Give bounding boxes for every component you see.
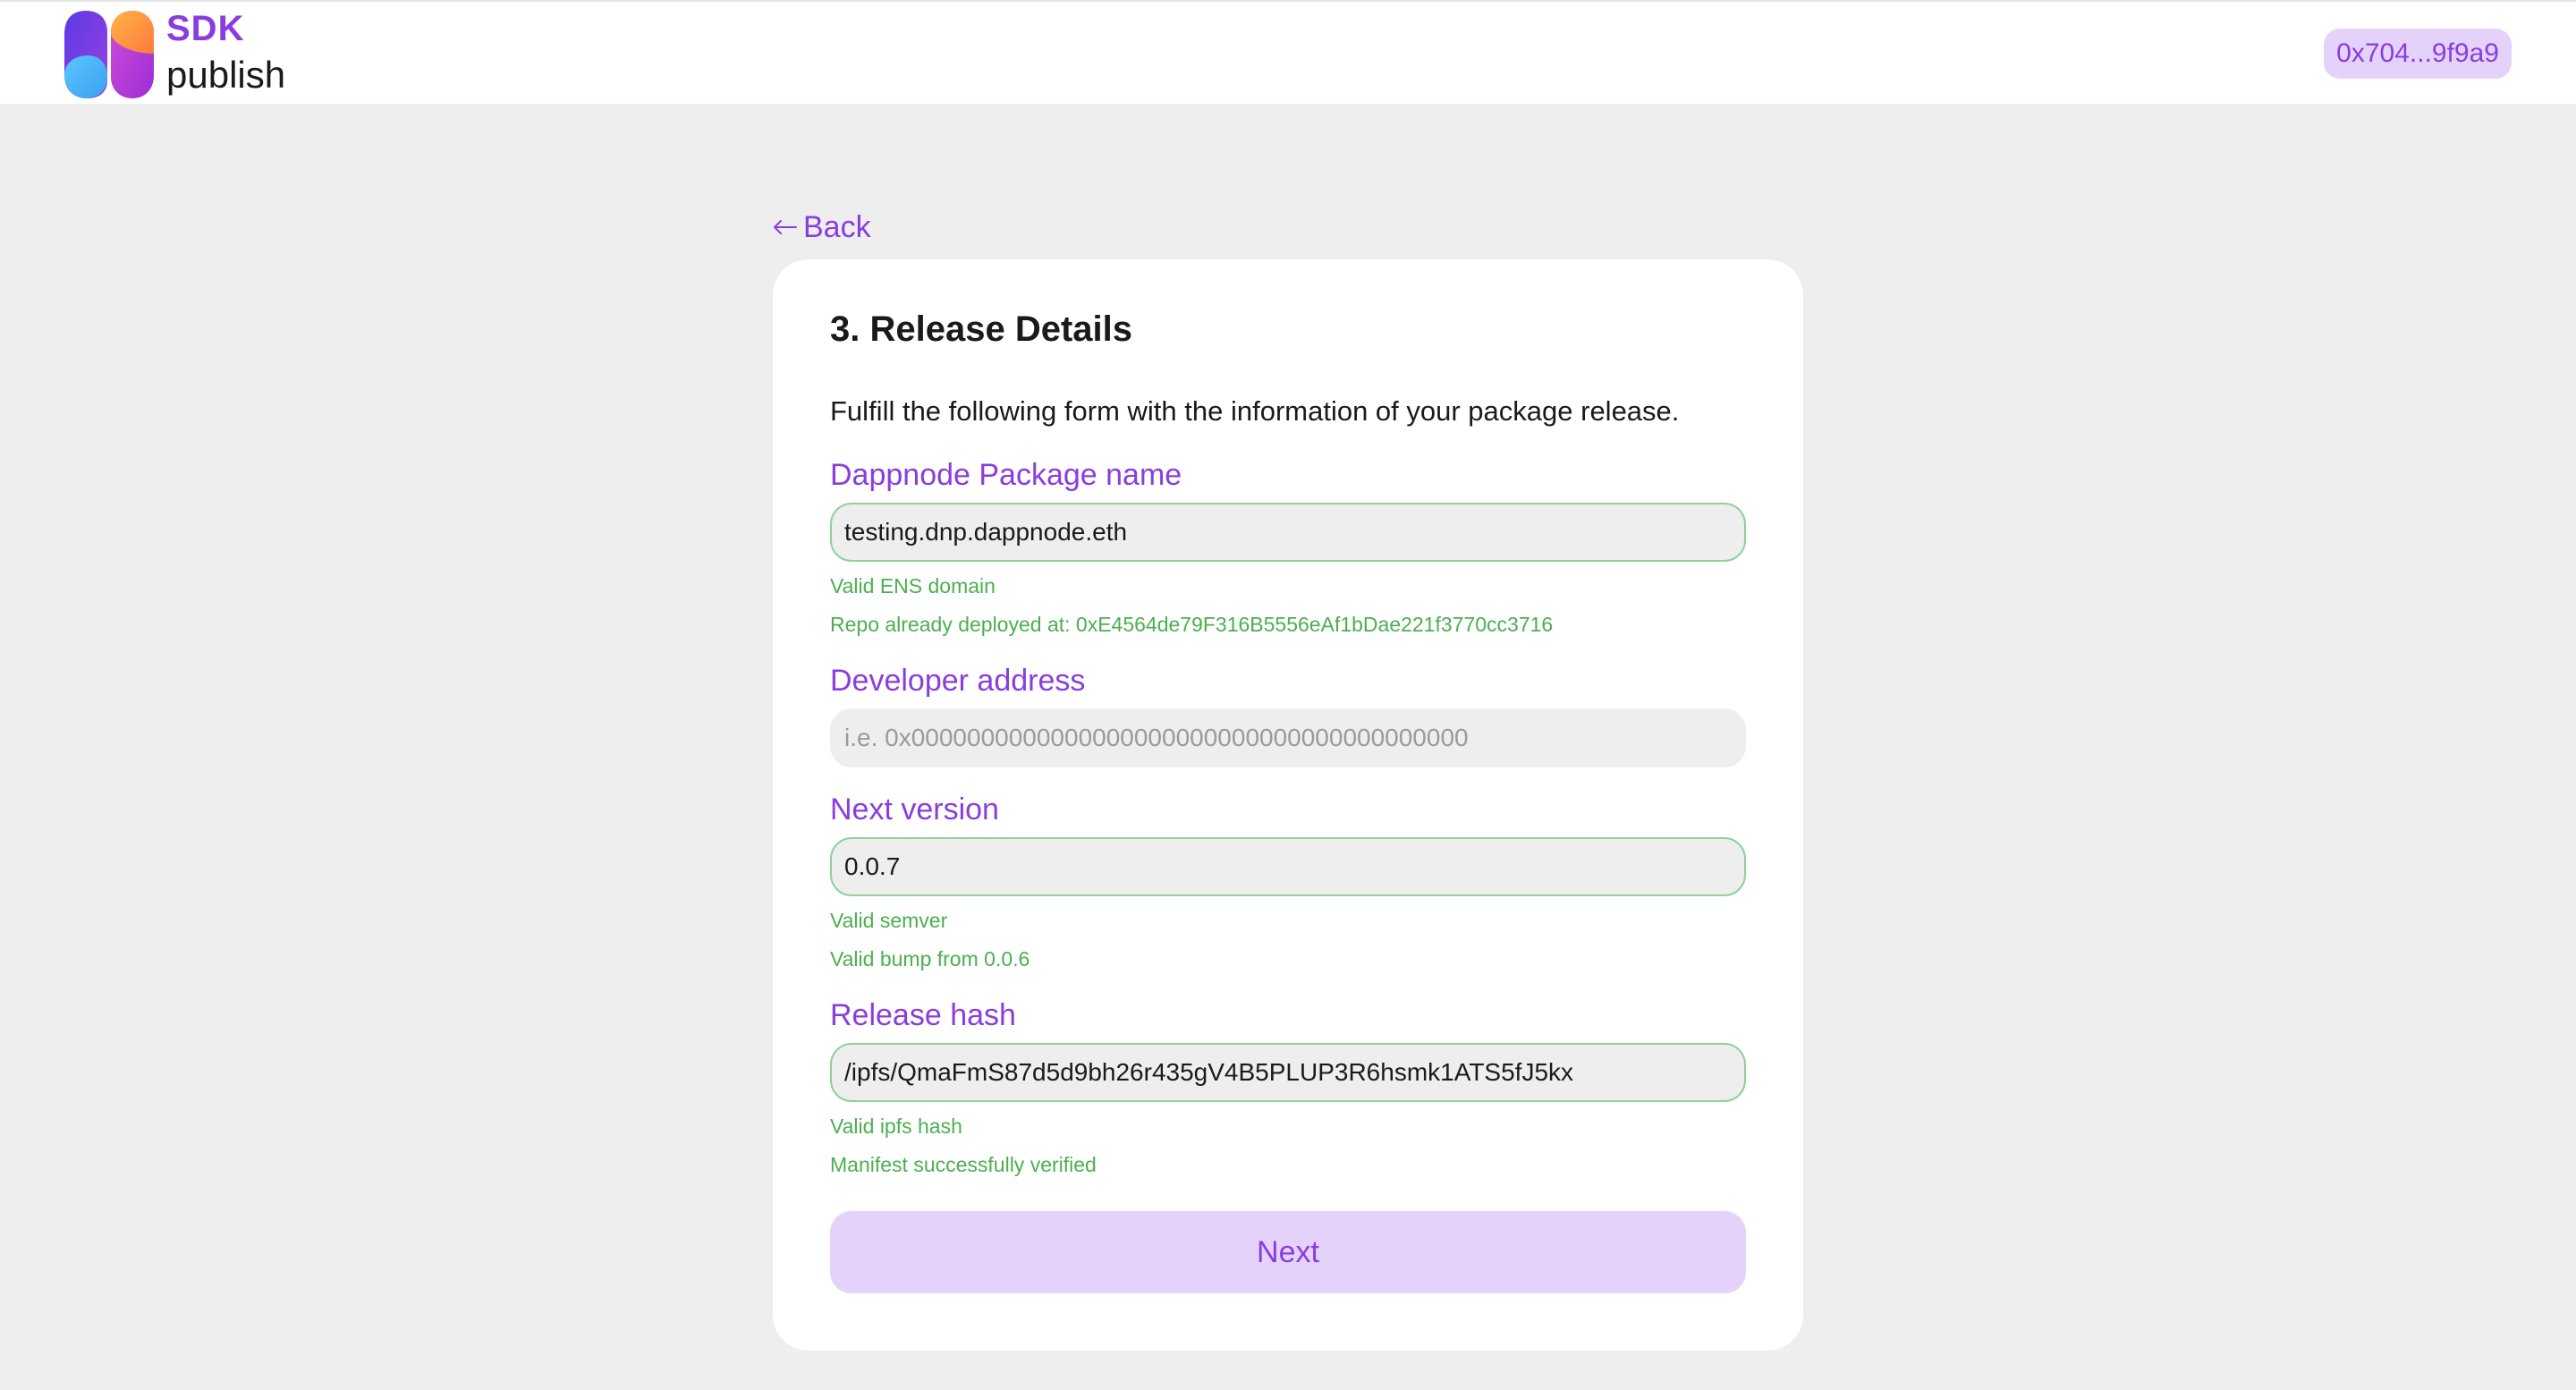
brand-title: SDK [166, 9, 245, 48]
back-link[interactable]: Back [771, 206, 871, 249]
release-hash-hint: Manifest successfully verified [830, 1153, 1097, 1176]
arrow-left-icon [774, 220, 797, 234]
package-name-label: Dappnode Package name [830, 458, 1182, 492]
developer-address-label: Developer address [830, 664, 1086, 698]
release-hash-hint: Valid ipfs hash [830, 1115, 962, 1138]
sdk-publish-logo [64, 11, 154, 98]
account-badge[interactable]: 0x704...9f9a9 [2324, 29, 2512, 79]
next-version-hint: Valid bump from 0.0.6 [830, 947, 1030, 970]
release-hash-label: Release hash [830, 998, 1016, 1032]
form-description: Fulfill the following form with the info… [830, 395, 1680, 427]
top-bar: SDK publish 0x704...9f9a9 [0, 0, 2576, 104]
next-button[interactable]: Next [830, 1211, 1746, 1293]
package-name-hint: Valid ENS domain [830, 574, 996, 598]
next-version-label: Next version [830, 792, 999, 826]
release-details-card: 3. Release Details Fulfill the following… [773, 259, 1803, 1351]
package-name-input[interactable] [830, 503, 1746, 562]
release-hash-input[interactable] [830, 1043, 1746, 1102]
package-name-hint: Repo already deployed at: 0xE4564de79F31… [830, 613, 1554, 636]
brand-subtitle: publish [166, 54, 286, 96]
developer-address-input[interactable] [830, 708, 1746, 767]
back-label: Back [803, 209, 871, 244]
next-version-hint: Valid semver [830, 909, 948, 932]
page-title: 3. Release Details [830, 309, 1132, 349]
next-version-input[interactable] [830, 837, 1746, 896]
